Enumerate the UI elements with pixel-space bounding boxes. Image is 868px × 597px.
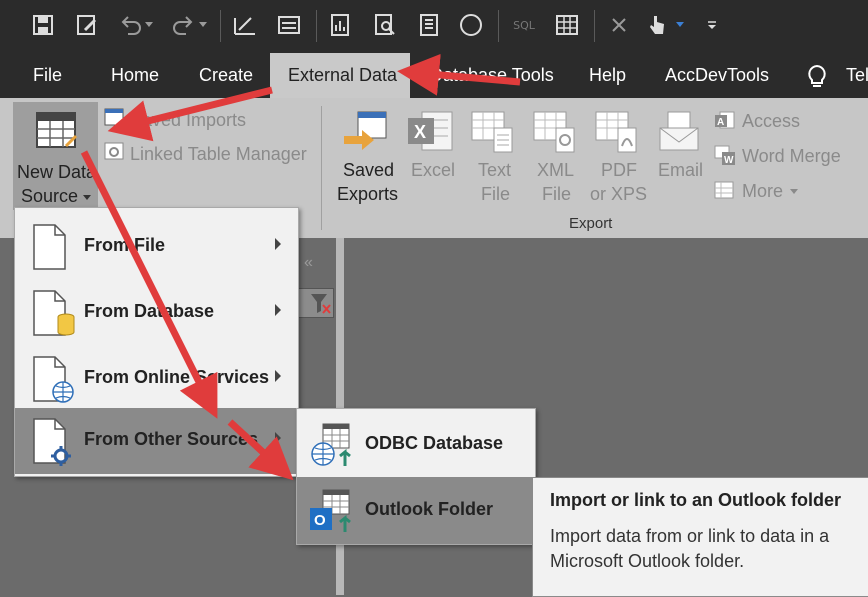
menu-item-label: From Database (84, 301, 215, 321)
database-file-icon (33, 290, 75, 345)
toolbar-separator (498, 10, 499, 42)
linked-table-manager-icon (104, 142, 126, 167)
tab-external-data[interactable]: External Data (270, 53, 410, 98)
outlook-folder-icon: O (309, 488, 357, 539)
email-icon (658, 110, 700, 159)
ellipse-icon[interactable] (456, 10, 486, 40)
tab-home[interactable]: Home (111, 53, 159, 98)
text-file-icon (470, 110, 516, 161)
more-dropdown-caret-icon (790, 189, 798, 194)
submenu-arrow-icon (275, 238, 281, 250)
tab-file[interactable]: File (33, 53, 62, 98)
export-pdf-label[interactable]: PDF (601, 160, 637, 181)
new-data-source-label-2: Source (21, 186, 79, 206)
export-pdf-label-2: or XPS (590, 184, 648, 204)
more-button[interactable]: More (742, 181, 783, 202)
other-sources-submenu: ODBC Database O Outlook Folder (296, 408, 536, 545)
redo-dropdown-icon[interactable] (194, 10, 212, 40)
form-view-icon[interactable] (274, 10, 304, 40)
excel-icon: X (406, 110, 454, 159)
customize-toolbar-icon[interactable] (700, 10, 724, 40)
saved-imports-icon (104, 108, 126, 133)
menu-item-from-file[interactable]: From File (15, 214, 298, 280)
tooltip: Import or link to an Outlook folder Impo… (532, 477, 868, 597)
xml-file-icon (532, 110, 578, 161)
odbc-database-icon (309, 422, 357, 473)
tab-database-tools[interactable]: Database Tools (430, 53, 554, 98)
saved-imports-button[interactable]: Saved Imports (130, 110, 246, 131)
online-services-icon (33, 356, 75, 411)
file-icon (33, 224, 67, 275)
menu-item-from-online-services[interactable]: From Online Services (15, 346, 298, 412)
new-data-source-label: New Data (17, 162, 97, 182)
linked-table-manager-button[interactable]: Linked Table Manager (130, 144, 307, 165)
export-text-file-label-2: File (481, 184, 511, 204)
saved-exports-icon (342, 108, 390, 161)
word-merge-icon: W (714, 144, 736, 171)
tab-accdevtools[interactable]: AccDevTools (665, 53, 769, 98)
group-separator (321, 106, 322, 230)
menu-item-from-other-sources[interactable]: From Other Sources (15, 408, 298, 474)
dropdown-caret-icon (83, 195, 91, 200)
export-group-label: Export (569, 215, 613, 232)
export-xml-file-label[interactable]: XML (537, 160, 574, 181)
report-icon[interactable] (326, 10, 356, 40)
submenu-item-odbc-database[interactable]: ODBC Database (297, 411, 535, 478)
toolbar-separator (220, 10, 221, 42)
svg-text:A: A (717, 117, 724, 128)
more-icon (714, 180, 736, 205)
new-data-source-menu: From File From Database From Online Serv… (14, 207, 299, 477)
submenu-arrow-icon (275, 304, 281, 316)
export-excel-button[interactable]: Excel (411, 160, 455, 181)
export-xml-file-label-2: File (542, 184, 572, 204)
new-data-source-icon (36, 112, 78, 157)
tooltip-body: Import data from or link to data in a Mi… (550, 526, 830, 571)
menu-item-from-database[interactable]: From Database (15, 280, 298, 346)
menu-item-label: From Other Sources (84, 429, 259, 449)
export-email-button[interactable]: Email (658, 160, 703, 181)
collapse-pane-icon[interactable]: « (304, 254, 313, 272)
save-icon[interactable] (28, 10, 58, 40)
toolbar-separator (316, 10, 317, 42)
undo-dropdown-icon[interactable] (140, 10, 158, 40)
word-merge-button[interactable]: Word Merge (742, 146, 841, 167)
menu-item-label: From File (84, 235, 166, 255)
menu-item-label: From Online Services (84, 367, 270, 387)
submenu-item-label: ODBC Database (365, 433, 504, 453)
ribbon-tabs: File Home Create External Data Database … (0, 53, 868, 98)
print-preview-icon[interactable] (370, 10, 400, 40)
tooltip-title: Import or link to an Outlook folder (550, 490, 841, 510)
export-text-file-label[interactable]: Text (478, 160, 511, 181)
datasheet-icon[interactable] (552, 10, 582, 40)
toolbar-separator (594, 10, 595, 42)
other-sources-icon (33, 418, 75, 475)
tab-help[interactable]: Help (589, 53, 626, 98)
touch-mode-dropdown-icon[interactable] (672, 10, 688, 40)
touch-mode-icon[interactable] (642, 10, 672, 40)
design-view-icon[interactable] (230, 10, 260, 40)
submenu-arrow-icon (275, 432, 281, 444)
lightbulb-icon[interactable] (806, 64, 828, 95)
sql-view-icon[interactable]: SQL (508, 10, 540, 40)
tab-create[interactable]: Create (199, 53, 253, 98)
filter-clear-icon[interactable] (296, 288, 334, 318)
save-as-icon[interactable] (72, 10, 102, 40)
saved-exports-label: Saved (343, 160, 395, 180)
access-icon: A (714, 110, 736, 135)
close-icon[interactable] (604, 10, 634, 40)
export-access-button[interactable]: Access (742, 111, 800, 132)
svg-text:W: W (724, 155, 734, 166)
module-icon[interactable] (414, 10, 444, 40)
submenu-item-label: Outlook Folder (365, 499, 493, 519)
saved-exports-label-2: Exports (337, 184, 399, 204)
quick-access-toolbar: SQL (0, 0, 868, 53)
tab-tell-me[interactable]: Tel (846, 53, 868, 98)
submenu-arrow-icon (275, 370, 281, 382)
svg-text:X: X (414, 122, 426, 142)
pdf-icon (594, 110, 640, 161)
new-data-source-button[interactable]: New Data Source (13, 102, 98, 210)
submenu-item-outlook-folder[interactable]: O Outlook Folder (297, 477, 535, 544)
svg-text:O: O (314, 512, 326, 529)
